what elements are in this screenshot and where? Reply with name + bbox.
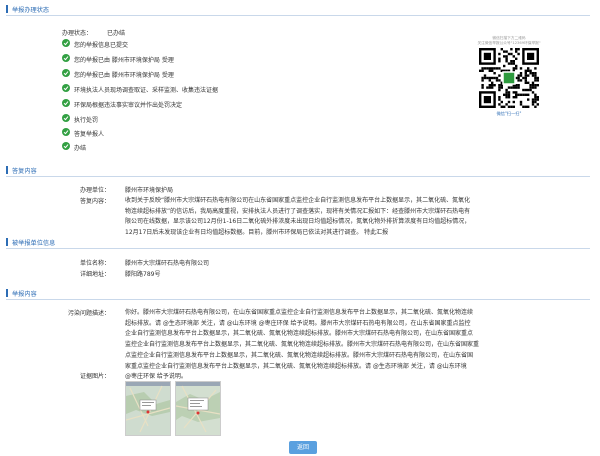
return-button[interactable]: 返回 <box>289 441 317 454</box>
qr-note-line2: 关注微信举报公众号"12369环保举报" <box>477 41 541 45</box>
qr-scan-label: 微信"扫一扫" <box>496 111 522 116</box>
status-section-header: 举报办理状态 <box>6 4 590 16</box>
check-circle-icon <box>62 142 70 150</box>
complaint-desc: 你好。滕州市大宗煤矸石热电有限公司，在山东省国家重点监控企业自行监测信息发布平台… <box>125 308 585 383</box>
status-section-title: 举报办理状态 <box>12 7 50 14</box>
complaint-line: 监控企业自行监测信息发布平台上数据显示，其二氧化硫、氮氧化物连续超标排放。滕州市… <box>125 341 480 349</box>
reply-unit-value: 滕州市环境保护局 <box>125 187 174 194</box>
reply-content: 收到关于反映“滕州市大宗煤矸石热电有限公司在山东省国家重点监控企业自行监测信息发… <box>125 196 585 239</box>
evidence-label: 证据图片： <box>79 373 110 380</box>
check-circle-icon <box>62 114 70 122</box>
progress-step-label: 办结 <box>74 144 87 152</box>
reported-name-value: 滕州市大宗煤矸石热电有限公司 <box>125 260 210 267</box>
complaint-line: 超标排放。请 @生态环境部 关注，请 @山东环境 @枣庄环保 给予说明。滕州市大… <box>125 319 471 327</box>
reply-line: 限公司在线数据，显示该公司12月份1-16日二氧化硫外排浓度未出现日均值超标情况… <box>125 218 471 226</box>
progress-step-label: 您的举报信息已提交 <box>74 41 129 49</box>
complaint-section-header: 举报内容 <box>6 288 590 300</box>
reply-content-label: 答复内容： <box>79 198 110 205</box>
evidence-photo-1[interactable] <box>125 381 171 436</box>
check-circle-icon <box>62 69 70 77</box>
reply-section-header: 答复内容 <box>6 165 590 177</box>
progress-step-label: 您的举报已由 滕州市环境保护局 受理 <box>74 71 174 79</box>
progress-step-label: 环境执法人员现场调查取证、采样监测、收集违法证据 <box>74 86 219 94</box>
reported-address-value: 滕阳路789号 <box>125 271 161 278</box>
reply-unit-label: 办理单位： <box>79 187 110 194</box>
evidence-photo-2[interactable] <box>175 381 221 436</box>
complaint-line: 家重点监控企业自行监测信息发布平台上数据显示，其二氧化硫、氮氧化物连续超标排放。… <box>125 362 467 370</box>
check-circle-icon <box>62 128 70 136</box>
progress-step-label: 您的举报已由 滕州市环境保护局 受理 <box>74 56 174 64</box>
reply-section-title: 答复内容 <box>12 168 37 175</box>
reported-section-header: 被举报单位信息 <box>6 237 590 249</box>
progress-step-label: 答复举报人 <box>74 130 105 138</box>
progress-step-label: 环保局根据违法事实审议并作出处罚决定 <box>74 101 183 109</box>
complaint-line: 企业自行监测信息发布平台上数据显示，其二氧化硫、氮氧化物连续超标排放。滕州市大宗… <box>125 330 474 338</box>
check-circle-icon <box>62 84 70 92</box>
complaint-line: 你好。滕州市大宗煤矸石热电有限公司，在山东省国家重点监控企业自行监测信息发布平台… <box>125 309 474 316</box>
check-circle-icon <box>62 39 70 47</box>
reported-address-label: 详细地址： <box>79 271 110 278</box>
complaint-desc-label: 污染问题描述： <box>67 310 110 317</box>
reported-section-title: 被举报单位信息 <box>12 240 56 247</box>
progress-step-label: 执行处罚 <box>74 116 99 124</box>
reported-name-label: 单位名称： <box>79 260 110 267</box>
complaint-line: 点监控企业自行监测信息发布平台上数据显示，其二氧化硫、氮氧化物连续超标排放。滕州… <box>125 351 474 359</box>
check-circle-icon <box>62 54 70 62</box>
reply-line: 物连续超标排放”的信访后，我局高度重视，安排执法人员进行了调查落实，现将有关情况… <box>125 207 471 215</box>
complaint-section-title: 举报内容 <box>12 291 37 298</box>
qr-panel: 微信扫描下方二维码 关注微信举报公众号"12369环保举报" 微信"扫一扫" <box>476 36 542 117</box>
status-label: 办理状态： <box>62 30 93 37</box>
qr-code-image <box>479 48 539 108</box>
reply-line: 收到关于反映“滕州市大宗煤矸石热电有限公司在山东省国家重点监控企业自行监测信息发… <box>125 197 471 204</box>
check-circle-icon <box>62 99 70 107</box>
status-value: 已办结 <box>107 30 126 37</box>
